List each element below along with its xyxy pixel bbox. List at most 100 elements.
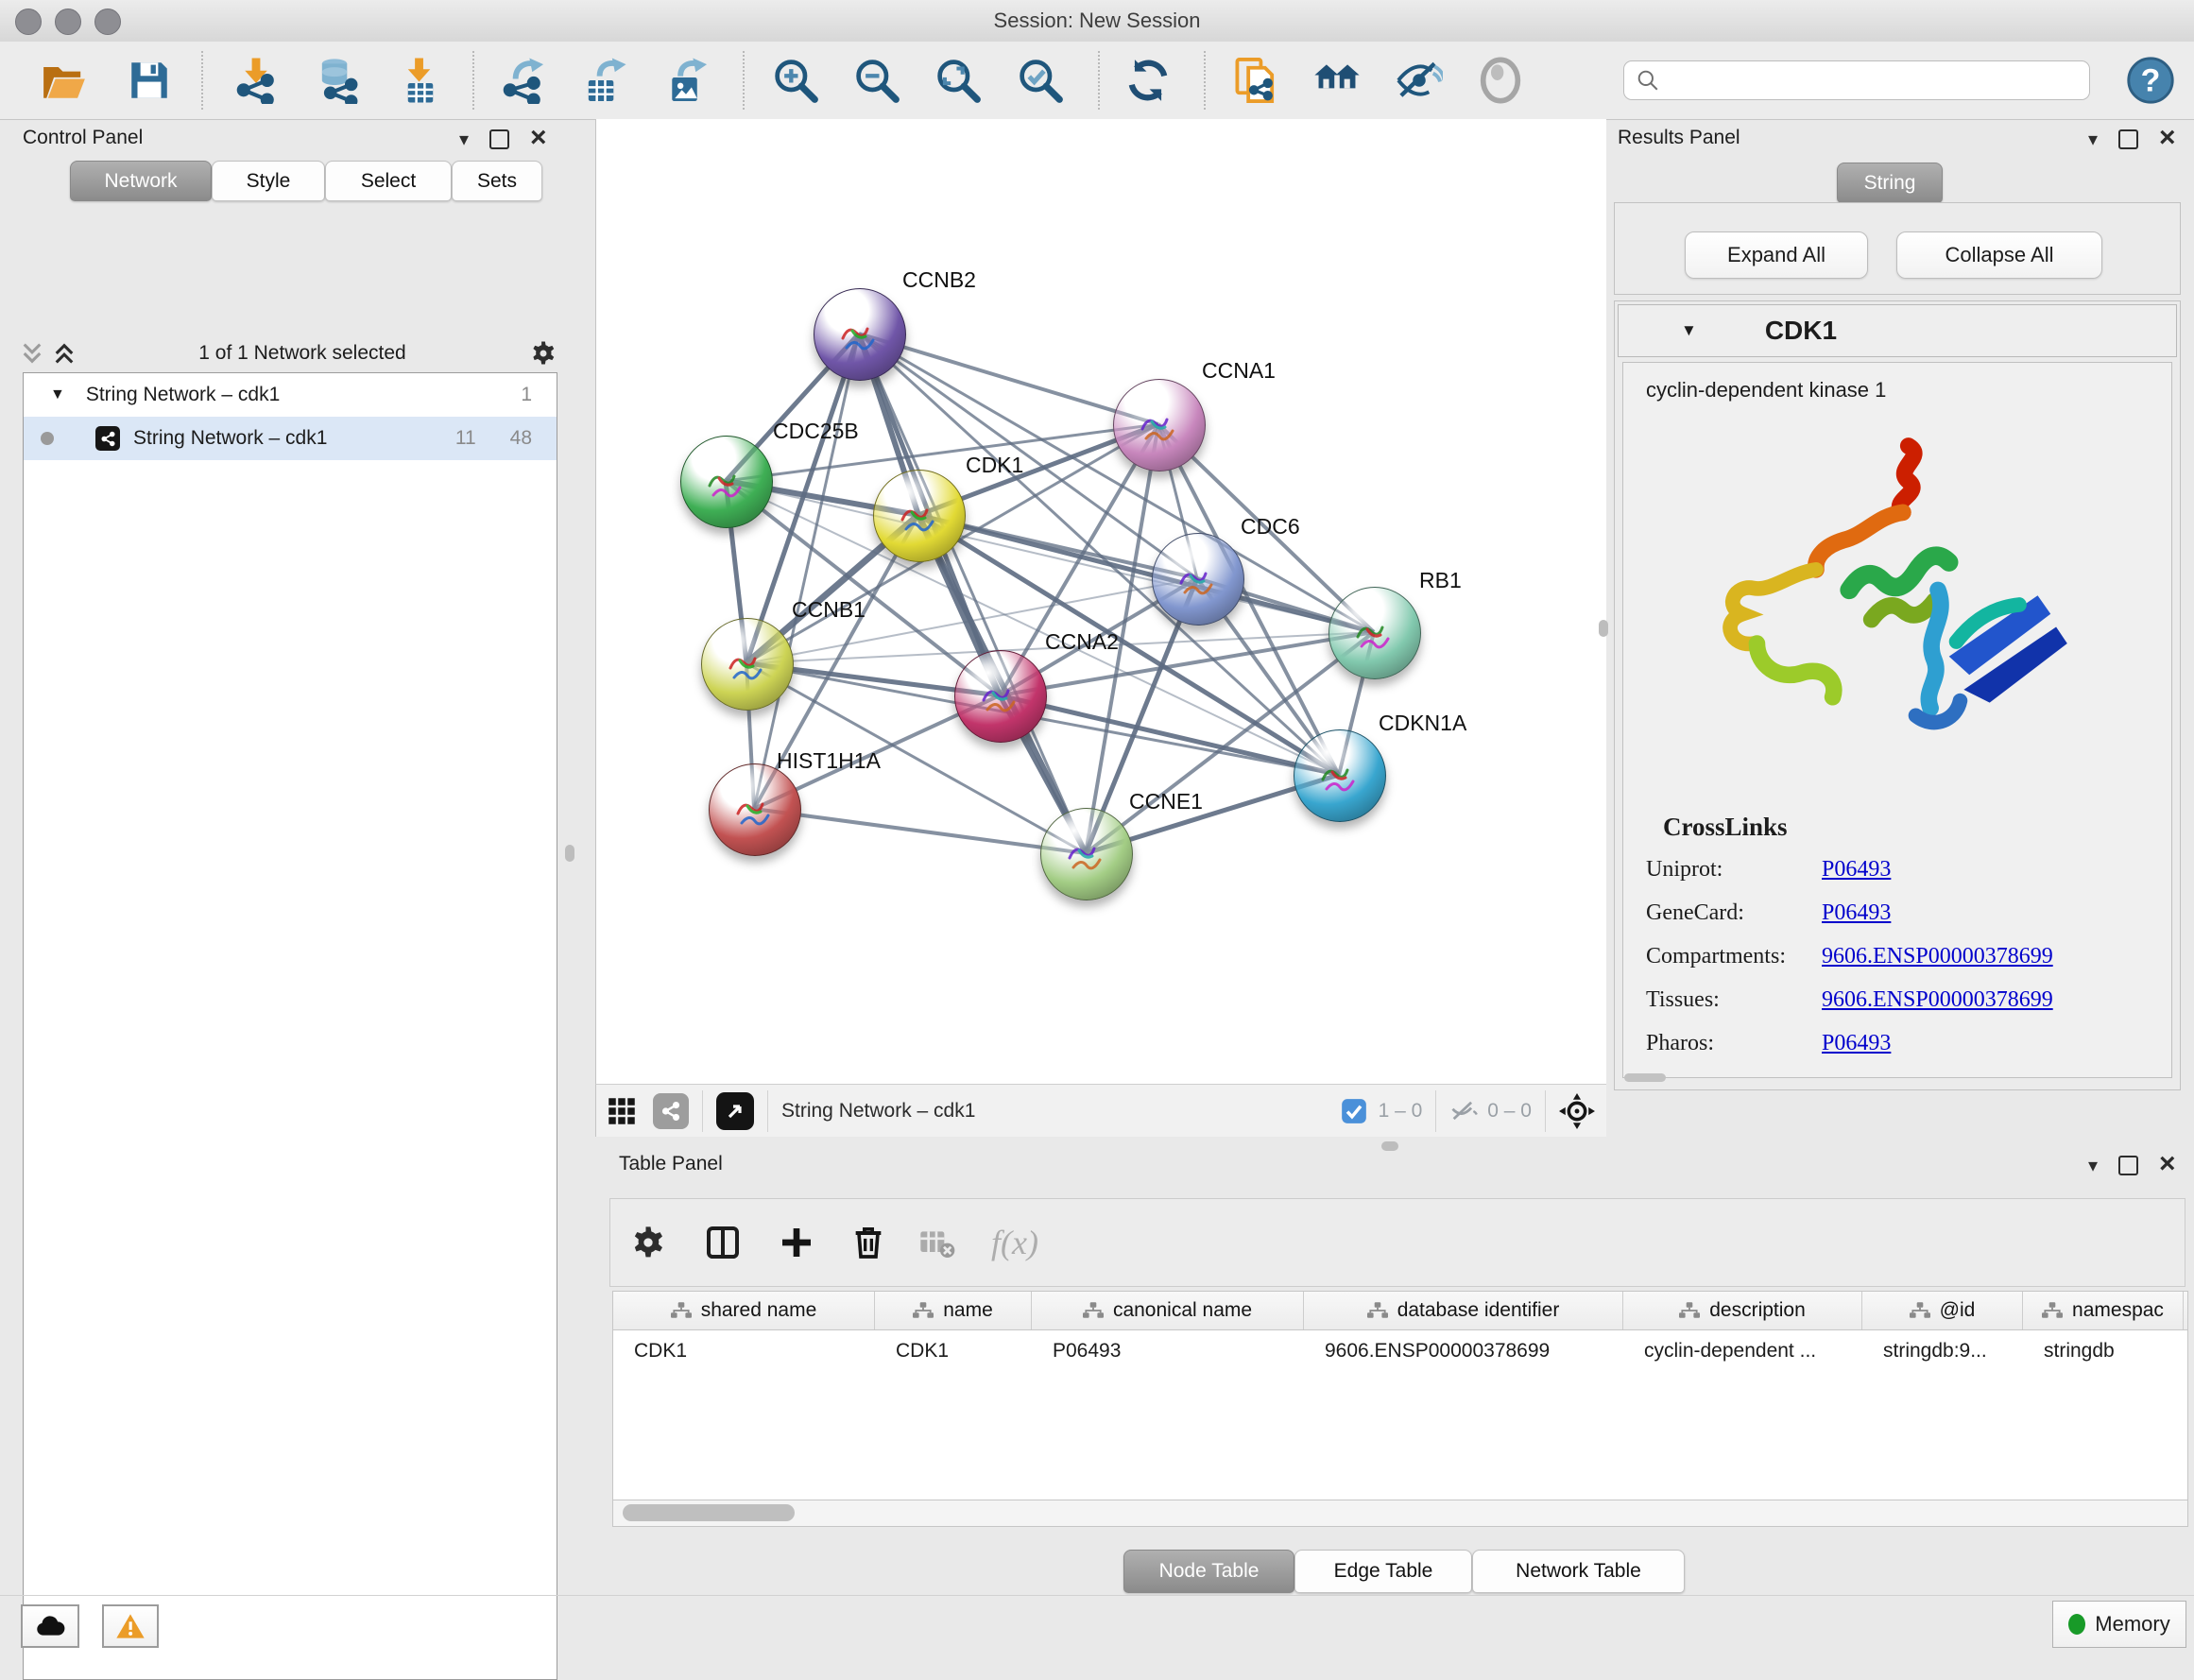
import-network-file-button[interactable] (230, 54, 283, 107)
collapse-all-icon[interactable] (21, 341, 43, 366)
export-network-button[interactable] (496, 54, 549, 107)
clone-network-button[interactable] (1230, 54, 1283, 107)
zoom-selected-button[interactable] (1014, 54, 1067, 107)
table-hscrollbar[interactable] (612, 1500, 2188, 1527)
float-panel-icon[interactable] (2118, 1156, 2138, 1175)
window-controls[interactable] (15, 9, 134, 40)
collapse-panel-icon[interactable]: ▾ (2088, 1157, 2098, 1175)
vertical-splitter-handle[interactable] (565, 845, 574, 862)
node-CDKN1A[interactable] (1294, 729, 1386, 822)
table-cell[interactable]: stringdb (2023, 1340, 2184, 1363)
memory-button[interactable]: Memory (2052, 1601, 2186, 1648)
tab-network-table[interactable]: Network Table (1472, 1550, 1685, 1593)
export-table-button[interactable] (577, 54, 630, 107)
node-CDC25B[interactable] (680, 436, 773, 528)
horizontal-splitter-handle[interactable] (1381, 1141, 1398, 1151)
node-HIST1H1A[interactable] (709, 763, 801, 856)
close-panel-icon[interactable]: × (2159, 124, 2176, 152)
table-cell[interactable]: CDK1 (875, 1340, 1032, 1363)
column-header-description[interactable]: description (1623, 1292, 1862, 1329)
network-collection-row[interactable]: ▼ String Network – cdk1 1 (24, 373, 557, 417)
edge-HIST1H1A-CCNE1[interactable] (754, 809, 1086, 853)
node-CCNE1[interactable] (1040, 808, 1133, 900)
node-CCNB2[interactable] (814, 288, 906, 381)
table-cell[interactable]: 9606.ENSP00000378699 (1304, 1340, 1623, 1363)
network-canvas[interactable]: CCNB2 CCNA1 CDC25B CDK1 CDC6 RB1 (595, 119, 1606, 1084)
table-hscrollbar-thumb[interactable] (623, 1504, 795, 1521)
vertical-splitter-handle[interactable] (1599, 620, 1608, 637)
delete-column-button[interactable] (847, 1221, 890, 1264)
show-columns-button[interactable] (701, 1221, 745, 1264)
import-table-button[interactable] (394, 54, 447, 107)
tab-edge-table[interactable]: Edge Table (1294, 1550, 1472, 1593)
tab-network[interactable]: Network (70, 161, 212, 201)
show-graphics-details-button[interactable] (1474, 54, 1527, 107)
column-header-database-identifier[interactable]: database identifier (1304, 1292, 1623, 1329)
close-window-button[interactable] (15, 9, 42, 35)
protein-section-header[interactable]: ▼ CDK1 (1618, 304, 2177, 357)
string-home-button[interactable] (1311, 54, 1363, 107)
collapse-all-button[interactable]: Collapse All (1896, 231, 2102, 279)
section-expander-icon[interactable]: ▼ (1681, 321, 1697, 340)
column-header-namespac[interactable]: namespac (2023, 1292, 2184, 1329)
column-header-canonical-name[interactable]: canonical name (1032, 1292, 1304, 1329)
close-panel-icon[interactable]: × (2159, 1150, 2176, 1178)
help-button[interactable]: ? (2124, 54, 2177, 107)
enhanced-graphics-button[interactable] (1393, 54, 1446, 107)
node-CCNA1[interactable] (1113, 379, 1206, 471)
column-header-shared-name[interactable]: shared name (613, 1292, 875, 1329)
node-CCNB1[interactable] (701, 618, 794, 711)
tab-node-table[interactable]: Node Table (1123, 1550, 1294, 1593)
crosslink-link[interactable]: 9606.ENSP00000378699 (1822, 987, 2053, 1013)
close-panel-icon[interactable]: × (530, 124, 547, 152)
crosslink-link[interactable]: P06493 (1822, 1031, 1891, 1056)
crosshair-icon[interactable] (1559, 1093, 1595, 1129)
grid-view-icon[interactable] (608, 1097, 636, 1125)
maximize-window-button[interactable] (94, 9, 121, 35)
table-cell[interactable]: cyclin-dependent ... (1623, 1340, 1862, 1363)
tree-expander-icon[interactable]: ▼ (50, 386, 65, 403)
node-CCNA2[interactable] (954, 650, 1047, 743)
cloud-button[interactable] (21, 1604, 79, 1648)
float-panel-icon[interactable] (489, 129, 509, 149)
gear-icon[interactable] (529, 339, 557, 368)
table-row[interactable]: CDK1CDK1P064939606.ENSP00000378699cyclin… (613, 1330, 2187, 1372)
warnings-button[interactable] (102, 1604, 159, 1648)
table-cell[interactable]: CDK1 (613, 1340, 875, 1363)
selected-checkbox-icon[interactable] (1341, 1098, 1367, 1124)
network-share-view-icon[interactable] (653, 1093, 689, 1129)
open-session-button[interactable] (38, 54, 91, 107)
tab-sets[interactable]: Sets (452, 161, 542, 201)
node-CDK1[interactable] (873, 470, 966, 562)
edge-CCNB2-CCNE1[interactable] (859, 334, 1086, 853)
float-panel-icon[interactable] (2118, 129, 2138, 149)
expand-all-icon[interactable] (53, 341, 76, 366)
save-session-button[interactable] (123, 54, 176, 107)
tab-style[interactable]: Style (212, 161, 325, 201)
create-column-button[interactable] (775, 1221, 818, 1264)
table-cell[interactable]: P06493 (1032, 1340, 1304, 1363)
zoom-in-button[interactable] (769, 54, 822, 107)
minimize-window-button[interactable] (55, 9, 81, 35)
import-network-database-button[interactable] (311, 54, 364, 107)
node-RB1[interactable] (1328, 587, 1421, 679)
zoom-out-button[interactable] (850, 54, 903, 107)
zoom-fit-button[interactable] (932, 54, 985, 107)
crosslink-link[interactable]: P06493 (1822, 857, 1891, 883)
tab-string[interactable]: String (1837, 163, 1943, 203)
edge-CDK1-RB1[interactable] (918, 515, 1374, 632)
collapse-panel-icon[interactable]: ▾ (459, 130, 469, 149)
network-row-selected[interactable]: String Network – cdk1 11 48 (24, 417, 557, 460)
table-settings-button[interactable] (626, 1221, 670, 1264)
column-header-name[interactable]: name (875, 1292, 1032, 1329)
table-cell[interactable]: stringdb:9... (1862, 1340, 2023, 1363)
results-hscrollbar-thumb[interactable] (1624, 1073, 1666, 1082)
birds-eye-view-icon[interactable] (716, 1092, 754, 1130)
collapse-panel-icon[interactable]: ▾ (2088, 130, 2098, 149)
column-header--id[interactable]: @id (1862, 1292, 2023, 1329)
tab-select[interactable]: Select (325, 161, 452, 201)
node-CDC6[interactable] (1152, 533, 1244, 626)
export-image-button[interactable] (660, 54, 712, 107)
search-input[interactable] (1660, 69, 2061, 93)
expand-all-button[interactable]: Expand All (1685, 231, 1868, 279)
